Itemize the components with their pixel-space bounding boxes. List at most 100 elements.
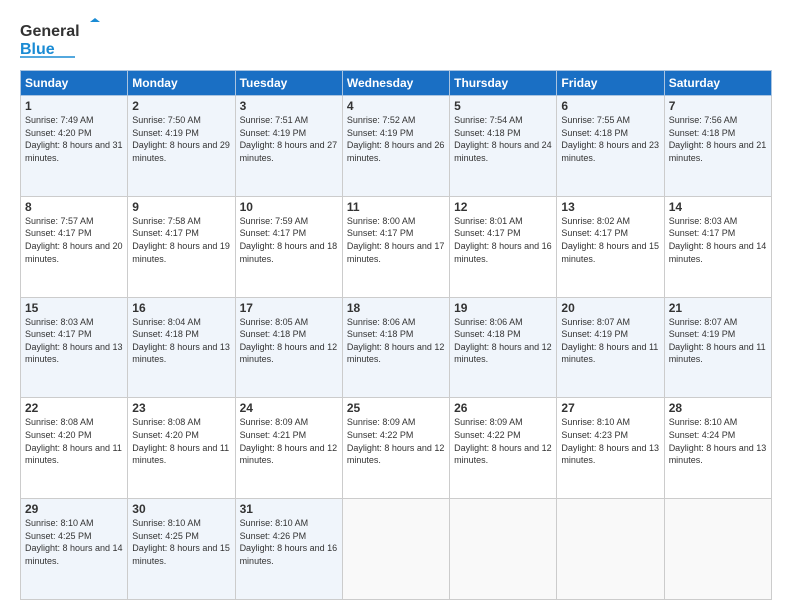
day-number: 13 (561, 200, 659, 214)
column-header-sunday: Sunday (21, 71, 128, 96)
day-number: 31 (240, 502, 338, 516)
day-cell: 22Sunrise: 8:08 AMSunset: 4:20 PMDayligh… (21, 398, 128, 499)
day-number: 3 (240, 99, 338, 113)
week-row-3: 15Sunrise: 8:03 AMSunset: 4:17 PMDayligh… (21, 297, 772, 398)
svg-text:General: General (20, 23, 80, 40)
day-number: 19 (454, 301, 552, 315)
day-cell: 9Sunrise: 7:58 AMSunset: 4:17 PMDaylight… (128, 196, 235, 297)
logo: General Blue (20, 18, 110, 60)
day-cell: 7Sunrise: 7:56 AMSunset: 4:18 PMDaylight… (664, 96, 771, 197)
day-info: Sunrise: 8:09 AMSunset: 4:22 PMDaylight:… (347, 416, 445, 466)
day-info: Sunrise: 8:10 AMSunset: 4:23 PMDaylight:… (561, 416, 659, 466)
week-row-2: 8Sunrise: 7:57 AMSunset: 4:17 PMDaylight… (21, 196, 772, 297)
day-number: 30 (132, 502, 230, 516)
day-cell: 23Sunrise: 8:08 AMSunset: 4:20 PMDayligh… (128, 398, 235, 499)
day-info: Sunrise: 8:09 AMSunset: 4:21 PMDaylight:… (240, 416, 338, 466)
day-info: Sunrise: 8:02 AMSunset: 4:17 PMDaylight:… (561, 215, 659, 265)
day-cell: 21Sunrise: 8:07 AMSunset: 4:19 PMDayligh… (664, 297, 771, 398)
day-cell (450, 499, 557, 600)
week-row-4: 22Sunrise: 8:08 AMSunset: 4:20 PMDayligh… (21, 398, 772, 499)
day-number: 5 (454, 99, 552, 113)
day-cell: 5Sunrise: 7:54 AMSunset: 4:18 PMDaylight… (450, 96, 557, 197)
day-info: Sunrise: 8:04 AMSunset: 4:18 PMDaylight:… (132, 316, 230, 366)
day-cell: 13Sunrise: 8:02 AMSunset: 4:17 PMDayligh… (557, 196, 664, 297)
day-cell: 18Sunrise: 8:06 AMSunset: 4:18 PMDayligh… (342, 297, 449, 398)
day-info: Sunrise: 8:08 AMSunset: 4:20 PMDaylight:… (25, 416, 123, 466)
column-header-saturday: Saturday (664, 71, 771, 96)
column-header-wednesday: Wednesday (342, 71, 449, 96)
day-number: 28 (669, 401, 767, 415)
day-number: 12 (454, 200, 552, 214)
column-header-monday: Monday (128, 71, 235, 96)
day-info: Sunrise: 8:10 AMSunset: 4:24 PMDaylight:… (669, 416, 767, 466)
day-cell: 3Sunrise: 7:51 AMSunset: 4:19 PMDaylight… (235, 96, 342, 197)
day-cell: 16Sunrise: 8:04 AMSunset: 4:18 PMDayligh… (128, 297, 235, 398)
day-number: 29 (25, 502, 123, 516)
day-number: 1 (25, 99, 123, 113)
day-number: 20 (561, 301, 659, 315)
day-number: 8 (25, 200, 123, 214)
day-info: Sunrise: 7:52 AMSunset: 4:19 PMDaylight:… (347, 114, 445, 164)
header: General Blue (20, 18, 772, 60)
day-number: 14 (669, 200, 767, 214)
day-number: 16 (132, 301, 230, 315)
day-number: 2 (132, 99, 230, 113)
day-cell: 27Sunrise: 8:10 AMSunset: 4:23 PMDayligh… (557, 398, 664, 499)
day-info: Sunrise: 7:49 AMSunset: 4:20 PMDaylight:… (25, 114, 123, 164)
day-cell: 17Sunrise: 8:05 AMSunset: 4:18 PMDayligh… (235, 297, 342, 398)
svg-text:Blue: Blue (20, 41, 55, 58)
day-info: Sunrise: 8:05 AMSunset: 4:18 PMDaylight:… (240, 316, 338, 366)
day-info: Sunrise: 8:07 AMSunset: 4:19 PMDaylight:… (669, 316, 767, 366)
day-cell: 25Sunrise: 8:09 AMSunset: 4:22 PMDayligh… (342, 398, 449, 499)
day-info: Sunrise: 7:59 AMSunset: 4:17 PMDaylight:… (240, 215, 338, 265)
page: General Blue SundayMondayTuesdayWednesda… (0, 0, 792, 612)
calendar-header-row: SundayMondayTuesdayWednesdayThursdayFrid… (21, 71, 772, 96)
day-number: 17 (240, 301, 338, 315)
day-number: 22 (25, 401, 123, 415)
day-number: 21 (669, 301, 767, 315)
day-info: Sunrise: 8:03 AMSunset: 4:17 PMDaylight:… (669, 215, 767, 265)
column-header-friday: Friday (557, 71, 664, 96)
day-info: Sunrise: 8:06 AMSunset: 4:18 PMDaylight:… (454, 316, 552, 366)
day-cell: 24Sunrise: 8:09 AMSunset: 4:21 PMDayligh… (235, 398, 342, 499)
column-header-thursday: Thursday (450, 71, 557, 96)
day-cell: 10Sunrise: 7:59 AMSunset: 4:17 PMDayligh… (235, 196, 342, 297)
day-cell: 6Sunrise: 7:55 AMSunset: 4:18 PMDaylight… (557, 96, 664, 197)
day-number: 11 (347, 200, 445, 214)
day-info: Sunrise: 8:10 AMSunset: 4:25 PMDaylight:… (25, 517, 123, 567)
day-info: Sunrise: 8:07 AMSunset: 4:19 PMDaylight:… (561, 316, 659, 366)
day-cell: 30Sunrise: 8:10 AMSunset: 4:25 PMDayligh… (128, 499, 235, 600)
day-number: 6 (561, 99, 659, 113)
day-number: 15 (25, 301, 123, 315)
day-info: Sunrise: 7:51 AMSunset: 4:19 PMDaylight:… (240, 114, 338, 164)
day-cell: 29Sunrise: 8:10 AMSunset: 4:25 PMDayligh… (21, 499, 128, 600)
day-cell: 19Sunrise: 8:06 AMSunset: 4:18 PMDayligh… (450, 297, 557, 398)
day-cell (342, 499, 449, 600)
day-cell (557, 499, 664, 600)
day-info: Sunrise: 8:10 AMSunset: 4:25 PMDaylight:… (132, 517, 230, 567)
day-cell: 1Sunrise: 7:49 AMSunset: 4:20 PMDaylight… (21, 96, 128, 197)
week-row-1: 1Sunrise: 7:49 AMSunset: 4:20 PMDaylight… (21, 96, 772, 197)
day-info: Sunrise: 7:50 AMSunset: 4:19 PMDaylight:… (132, 114, 230, 164)
day-info: Sunrise: 7:56 AMSunset: 4:18 PMDaylight:… (669, 114, 767, 164)
day-number: 7 (669, 99, 767, 113)
day-cell: 4Sunrise: 7:52 AMSunset: 4:19 PMDaylight… (342, 96, 449, 197)
day-number: 24 (240, 401, 338, 415)
day-cell: 20Sunrise: 8:07 AMSunset: 4:19 PMDayligh… (557, 297, 664, 398)
day-info: Sunrise: 8:01 AMSunset: 4:17 PMDaylight:… (454, 215, 552, 265)
day-info: Sunrise: 7:58 AMSunset: 4:17 PMDaylight:… (132, 215, 230, 265)
calendar-table: SundayMondayTuesdayWednesdayThursdayFrid… (20, 70, 772, 600)
day-info: Sunrise: 8:08 AMSunset: 4:20 PMDaylight:… (132, 416, 230, 466)
day-number: 9 (132, 200, 230, 214)
week-row-5: 29Sunrise: 8:10 AMSunset: 4:25 PMDayligh… (21, 499, 772, 600)
day-cell: 8Sunrise: 7:57 AMSunset: 4:17 PMDaylight… (21, 196, 128, 297)
logo-svg: General Blue (20, 18, 110, 60)
day-cell: 14Sunrise: 8:03 AMSunset: 4:17 PMDayligh… (664, 196, 771, 297)
day-cell: 2Sunrise: 7:50 AMSunset: 4:19 PMDaylight… (128, 96, 235, 197)
column-header-tuesday: Tuesday (235, 71, 342, 96)
day-cell: 12Sunrise: 8:01 AMSunset: 4:17 PMDayligh… (450, 196, 557, 297)
day-info: Sunrise: 8:10 AMSunset: 4:26 PMDaylight:… (240, 517, 338, 567)
day-number: 4 (347, 99, 445, 113)
day-info: Sunrise: 8:06 AMSunset: 4:18 PMDaylight:… (347, 316, 445, 366)
day-cell: 31Sunrise: 8:10 AMSunset: 4:26 PMDayligh… (235, 499, 342, 600)
